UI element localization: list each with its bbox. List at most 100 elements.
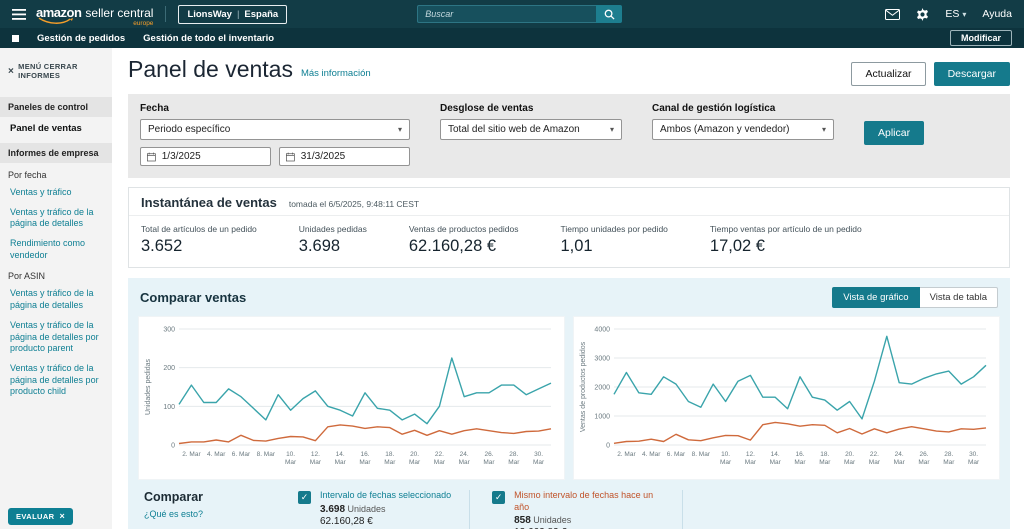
chevron-down-icon: ▾: [962, 10, 966, 19]
svg-text:Mar: Mar: [819, 459, 831, 466]
close-reports-menu-button[interactable]: × MENÚ CERRAR INFORMES: [0, 48, 112, 92]
svg-text:6. Mar: 6. Mar: [232, 451, 251, 458]
search-button[interactable]: [596, 5, 622, 23]
legend-item-info: Mismo intervalo de fechas hace un año858…: [514, 490, 664, 529]
filter-panel: Fecha Periodo específico Des: [128, 94, 1010, 178]
units-ordered-chart: 01002003002. Mar4. Mar6. Mar8. Mar10.Mar…: [138, 316, 565, 480]
svg-text:22.: 22.: [435, 451, 444, 458]
page-title: Panel de ventas: [128, 56, 293, 83]
units-ordered-line-chart: 01002003002. Mar4. Mar6. Mar8. Mar10.Mar…: [141, 319, 561, 477]
kpi-label: Total de artículos de un pedido: [141, 224, 257, 234]
filter-channel: Canal de gestión logística Ambos (Amazon…: [652, 103, 834, 166]
table-view-button[interactable]: Vista de tabla: [920, 287, 998, 308]
svg-text:26.: 26.: [919, 451, 928, 458]
hamburger-menu-icon[interactable]: [12, 9, 26, 20]
date-to-field[interactable]: [279, 147, 410, 166]
breakdown-filter-label: Desglose de ventas: [440, 103, 622, 114]
kpi-label: Tiempo ventas por artículo de un pedido: [710, 224, 862, 234]
region-text: europe: [133, 20, 153, 27]
filter-breakdown: Desglose de ventas Total del sitio web d…: [440, 103, 622, 166]
refresh-button[interactable]: Actualizar: [851, 62, 925, 86]
kpi-label: Ventas de productos pedidos: [409, 224, 519, 234]
date-period-select[interactable]: Periodo específico: [140, 119, 410, 140]
nav-gestion-de-todo-el-inventario[interactable]: Gestión de todo el inventario: [143, 33, 274, 44]
messages-envelope-icon[interactable]: [885, 9, 900, 20]
sidebar-item-panel-de-ventas[interactable]: Panel de ventas: [0, 117, 112, 138]
svg-text:16.: 16.: [360, 451, 369, 458]
svg-text:22.: 22.: [870, 451, 879, 458]
apply-button[interactable]: Aplicar: [864, 121, 924, 145]
svg-text:30.: 30.: [969, 451, 978, 458]
sidebar-item-ventas-y-tr-fico-de-la-p-gina-de-detalles-por-producto-parent[interactable]: Ventas y tráfico de la página de detalle…: [0, 315, 112, 358]
svg-text:14.: 14.: [336, 451, 345, 458]
close-icon: ×: [60, 513, 66, 520]
svg-text:2000: 2000: [594, 385, 610, 392]
comparison-checkbox[interactable]: ✓: [492, 491, 505, 504]
chart-view-button[interactable]: Vista de gráfico: [832, 287, 919, 308]
help-link[interactable]: Ayuda: [982, 8, 1012, 20]
sidebar-item-ventas-y-tr-fico-de-la-p-gina-de-detalles-por-producto-child[interactable]: Ventas y tráfico de la página de detalle…: [0, 358, 112, 401]
sidebar-item-rendimiento-como-vendedor[interactable]: Rendimiento como vendedor: [0, 233, 112, 264]
topbar-divider: [165, 6, 166, 22]
units-word: Unidades: [531, 515, 572, 525]
account-separator: |: [237, 9, 239, 20]
sidebar-item-ventas-y-tr-fico-de-la-p-gina-de-detalles[interactable]: Ventas y tráfico de la página de detalle…: [0, 202, 112, 233]
svg-text:0: 0: [606, 443, 610, 450]
svg-text:10.: 10.: [286, 451, 295, 458]
kpi-tiempo-ventas-por-art-culo-de-un-pedido: Tiempo ventas por artículo de un pedido 1…: [710, 224, 862, 256]
account-market-switcher[interactable]: LionsWay | España: [178, 5, 287, 24]
search-input[interactable]: [417, 5, 596, 23]
sidebar-item-por-asin: Por ASIN: [0, 264, 112, 283]
svg-text:200: 200: [163, 365, 175, 372]
kpi-ventas-de-productos-pedidos: Ventas de productos pedidos62.160,28 €: [409, 224, 519, 256]
channel-select[interactable]: Ambos (Amazon y vendedor): [652, 119, 834, 140]
svg-text:18.: 18.: [820, 451, 829, 458]
svg-text:Mar: Mar: [533, 459, 545, 466]
settings-gear-icon[interactable]: [916, 8, 929, 21]
date-from-field[interactable]: [140, 147, 271, 166]
more-info-link[interactable]: Más información: [301, 68, 371, 79]
what-is-this-link[interactable]: ¿Qué es esto?: [144, 509, 294, 519]
page-layout: × MENÚ CERRAR INFORMES Paneles de contro…: [0, 48, 1024, 529]
language-selector[interactable]: ES ▾: [945, 8, 966, 20]
compare-title: Comparar ventas: [140, 290, 246, 305]
apps-square-icon[interactable]: [12, 35, 19, 42]
close-menu-label: MENÚ CERRAR INFORMES: [18, 62, 104, 80]
kpi-value: 17,02 €: [710, 237, 862, 256]
language-code: ES: [945, 8, 959, 20]
svg-text:Mar: Mar: [335, 459, 347, 466]
units-number: 858: [514, 515, 531, 526]
legend-item-units: 858 Unidades: [514, 515, 664, 526]
kpi-label: Unidades pedidas: [299, 224, 367, 234]
svg-text:2. Mar: 2. Mar: [182, 451, 201, 458]
filter-apply-wrap: Aplicar: [864, 103, 924, 166]
evaluate-feedback-button[interactable]: EVALUAR ×: [8, 508, 73, 525]
amazon-seller-central-logo[interactable]: amazon seller central europe: [36, 5, 153, 24]
svg-text:Mar: Mar: [794, 459, 806, 466]
breakdown-select[interactable]: Total del sitio web de Amazon: [440, 119, 622, 140]
nav-gestion-de-pedidos[interactable]: Gestión de pedidos: [37, 33, 125, 44]
kpi-row: Total de artículos de un pedido3.652Unid…: [129, 216, 1009, 267]
kpi-unidades-pedidas: Unidades pedidas3.698: [299, 224, 367, 256]
modify-button[interactable]: Modificar: [950, 30, 1012, 46]
svg-text:4. Mar: 4. Mar: [642, 451, 661, 458]
date-to-input[interactable]: [301, 151, 403, 162]
svg-text:Mar: Mar: [409, 459, 421, 466]
sidebar-item-ventas-y-tr-fico-de-la-p-gina-de-detalles[interactable]: Ventas y tráfico de la página de detalle…: [0, 283, 112, 314]
sidebar-items: Paneles de controlPanel de ventasInforme…: [0, 97, 112, 401]
charts-row: 01002003002. Mar4. Mar6. Mar8. Mar10.Mar…: [128, 316, 1010, 480]
download-button[interactable]: Descargar: [934, 62, 1010, 86]
svg-text:Ventas de productos pedidos: Ventas de productos pedidos: [580, 341, 587, 432]
svg-text:Mar: Mar: [745, 459, 757, 466]
date-from-input[interactable]: [162, 151, 264, 162]
svg-text:Mar: Mar: [285, 459, 297, 466]
sidebar-item-paneles-de-control: Paneles de control: [0, 97, 112, 117]
svg-text:8. Mar: 8. Mar: [692, 451, 711, 458]
account-name: LionsWay: [187, 9, 232, 20]
svg-text:28.: 28.: [944, 451, 953, 458]
app-root: amazon seller central europe LionsWay | …: [0, 0, 1024, 529]
sidebar-item-ventas-y-tr-fico[interactable]: Ventas y tráfico: [0, 182, 112, 202]
svg-text:1000: 1000: [594, 414, 610, 421]
comparison-checkbox[interactable]: ✓: [298, 491, 311, 504]
svg-text:Mar: Mar: [359, 459, 371, 466]
